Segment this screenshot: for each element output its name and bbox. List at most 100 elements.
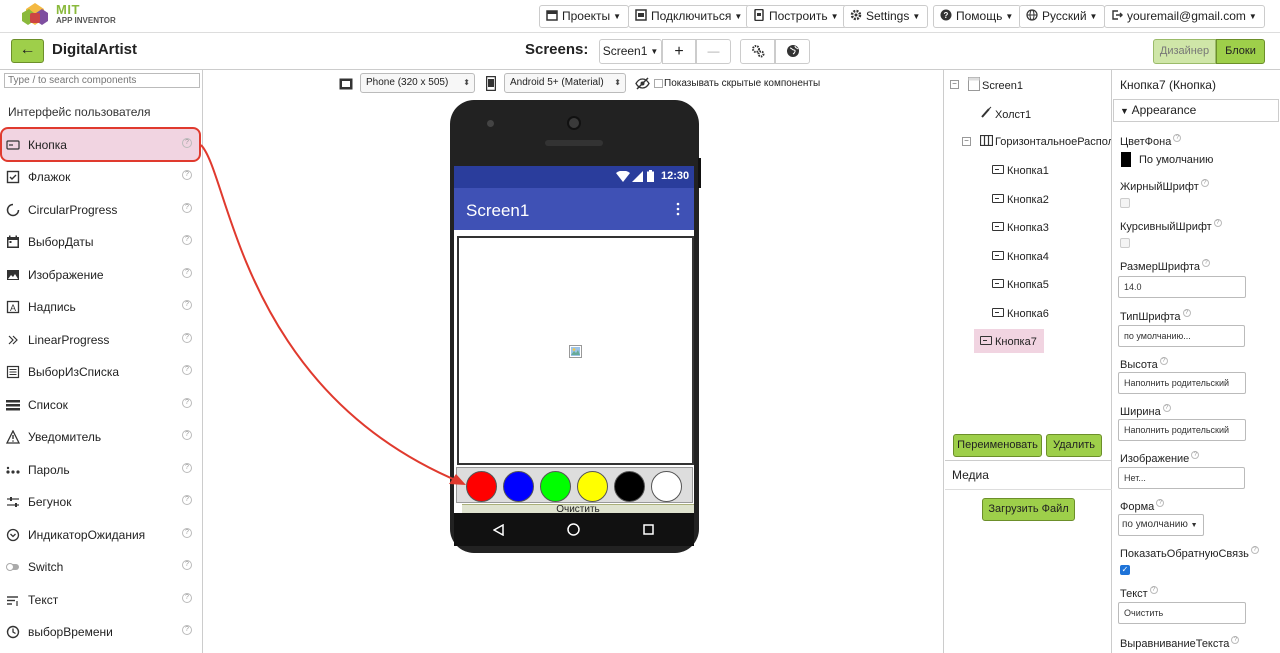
help-icon[interactable]: ? <box>182 463 192 473</box>
menu-projects[interactable]: Проекты ▼ <box>539 5 630 28</box>
help-icon[interactable]: ? <box>1191 451 1200 459</box>
feedback-checkbox[interactable]: ✓ <box>1120 565 1130 575</box>
palette-item-circular-progress[interactable]: CircularProgress? <box>0 194 203 226</box>
palette-item-label[interactable]: A Надпись? <box>0 291 203 323</box>
tree-node-button7[interactable]: Кнопка7 <box>980 334 1037 350</box>
tree-node-button3[interactable]: Кнопка3 <box>992 220 1049 236</box>
palette-item-image[interactable]: Изображение? <box>0 259 203 291</box>
help-icon[interactable]: ? <box>182 398 192 408</box>
help-icon[interactable]: ? <box>182 300 192 310</box>
collapse-icon[interactable]: − <box>950 80 959 89</box>
clear-button[interactable]: Очистить <box>462 504 694 513</box>
color-button-black[interactable] <box>614 471 645 502</box>
menu-language[interactable]: Русский ▼ <box>1019 5 1106 28</box>
canvas-component[interactable] <box>457 236 694 465</box>
tree-node-button5[interactable]: Кнопка5 <box>992 277 1049 293</box>
help-icon[interactable]: ? <box>182 365 192 375</box>
help-icon[interactable]: ? <box>1250 546 1259 554</box>
upload-file-button[interactable]: Загрузить Файл <box>982 498 1075 521</box>
tree-node-button6[interactable]: Кнопка6 <box>992 306 1049 322</box>
palette-item-textbox[interactable]: Текст? <box>0 584 203 616</box>
help-icon[interactable]: ? <box>182 528 192 538</box>
help-icon[interactable]: ? <box>182 430 192 440</box>
search-input[interactable] <box>4 73 200 88</box>
help-icon[interactable]: ? <box>182 593 192 603</box>
color-button-blue[interactable] <box>503 471 534 502</box>
remove-screen-button[interactable]: — <box>696 39 731 64</box>
image-input[interactable]: Нет... <box>1118 467 1245 489</box>
menu-help[interactable]: ? Помощь ▼ <box>933 5 1022 28</box>
bold-checkbox[interactable] <box>1120 198 1130 208</box>
horizontal-arrangement[interactable] <box>456 467 693 503</box>
palette-item-spinner[interactable]: ИндикаторОжидания? <box>0 519 203 551</box>
bgcolor-swatch[interactable] <box>1121 152 1131 167</box>
palette-item-clock[interactable]: выборВремени? <box>0 616 203 648</box>
tree-node-screen1[interactable]: Screen1 <box>968 77 1023 93</box>
shape-select[interactable]: по умолчанию ▼ <box>1118 514 1204 536</box>
width-input[interactable]: Наполнить родительский <box>1118 419 1246 441</box>
nav-recents-icon[interactable] <box>643 524 654 535</box>
help-icon[interactable]: ? <box>1231 636 1240 644</box>
add-screen-button[interactable]: + <box>662 39 696 64</box>
help-icon[interactable]: ? <box>1200 179 1209 187</box>
color-button-yellow[interactable] <box>577 471 608 502</box>
palette-item-switch[interactable]: Switch? <box>0 551 203 583</box>
palette-item-linear-progress[interactable]: LinearProgress? <box>0 324 203 356</box>
height-input[interactable]: Наполнить родительский <box>1118 372 1246 394</box>
delete-button[interactable]: Удалить <box>1046 434 1102 457</box>
help-icon[interactable]: ? <box>1156 499 1165 507</box>
color-button-white[interactable] <box>651 471 682 502</box>
tree-node-horizontal-arrangement[interactable]: ГоризонтальноеРасположение1 <box>980 134 1111 150</box>
bgcolor-value[interactable]: По умолчанию <box>1139 154 1213 166</box>
app-inventor-logo[interactable]: MIT APP INVENTOR <box>20 1 120 31</box>
palette-item-warning[interactable]: Уведомитель? <box>0 421 203 453</box>
help-icon[interactable]: ? <box>1149 586 1158 594</box>
help-icon[interactable]: ? <box>182 560 192 570</box>
help-icon[interactable]: ? <box>182 333 192 343</box>
tree-node-button1[interactable]: Кнопка1 <box>992 163 1049 179</box>
menu-account[interactable]: youremail@gmail.com ▼ <box>1104 5 1265 28</box>
tree-node-button2[interactable]: Кнопка2 <box>992 192 1049 208</box>
menu-connect[interactable]: Подключиться ▼ <box>628 5 751 28</box>
palette-item-listview[interactable]: Список? <box>0 389 203 421</box>
help-icon[interactable]: ? <box>182 268 192 278</box>
back-button[interactable]: ← <box>11 39 44 63</box>
show-hidden-checkbox[interactable] <box>654 79 663 88</box>
palette-item-password[interactable]: Пароль? <box>0 454 203 486</box>
palette-item-listpicker[interactable]: ВыборИзСписка? <box>0 356 203 388</box>
text-input[interactable]: Очистить <box>1118 602 1246 624</box>
collapse-icon[interactable]: − <box>962 137 971 146</box>
help-icon[interactable]: ? <box>1173 134 1182 142</box>
palette-item-checkbox[interactable]: Флажок? <box>0 161 203 193</box>
help-icon[interactable]: ? <box>182 138 192 148</box>
designer-button[interactable]: Дизайнер <box>1153 39 1216 64</box>
tree-node-button4[interactable]: Кнопка4 <box>992 249 1049 265</box>
help-icon[interactable]: ? <box>1182 309 1191 317</box>
help-icon[interactable]: ? <box>182 625 192 635</box>
palette-item-slider[interactable]: Бегунок? <box>0 486 203 518</box>
palette-item-calendar[interactable]: ВыборДаты? <box>0 226 203 258</box>
blocks-button[interactable]: Блоки <box>1216 39 1265 64</box>
nav-back-icon[interactable] <box>493 524 504 536</box>
screen-select[interactable]: Screen1 ▼ <box>599 39 662 64</box>
help-icon[interactable]: ? <box>182 235 192 245</box>
italic-checkbox[interactable] <box>1120 238 1130 248</box>
menu-build[interactable]: Построить ▼ <box>746 5 847 28</box>
tree-node-canvas[interactable]: Холст1 <box>980 106 1031 122</box>
help-icon[interactable]: ? <box>182 203 192 213</box>
palette-item-button[interactable]: Кнопка? <box>0 129 203 161</box>
typeface-input[interactable]: по умолчанию... <box>1118 325 1245 347</box>
help-icon[interactable]: ? <box>1162 404 1171 412</box>
fontsize-input[interactable]: 14.0 <box>1118 276 1246 298</box>
theme-select[interactable]: Android 5+ (Material) ⬍ <box>504 73 626 93</box>
project-properties-button[interactable] <box>740 39 775 64</box>
help-icon[interactable]: ? <box>1202 259 1210 267</box>
overflow-menu-icon[interactable] <box>676 202 680 216</box>
color-button-green[interactable] <box>540 471 571 502</box>
help-icon[interactable]: ? <box>1213 219 1222 227</box>
palette-category-title[interactable]: Интерфейс пользователя <box>8 105 151 119</box>
help-icon[interactable]: ? <box>182 170 192 180</box>
appearance-section-header[interactable]: ▼ Appearance <box>1113 99 1279 122</box>
menu-settings[interactable]: Settings ▼ <box>843 5 929 28</box>
color-button-red[interactable] <box>466 471 497 502</box>
